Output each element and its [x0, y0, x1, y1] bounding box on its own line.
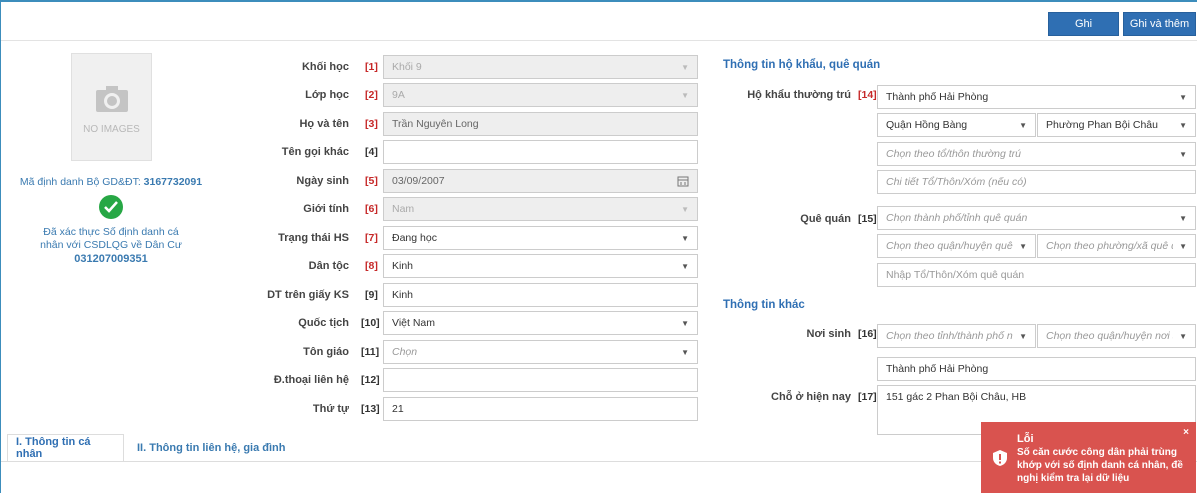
chevron-down-icon: ▼	[1179, 214, 1187, 223]
gioi-tinh-select[interactable]: Nam ▼	[383, 197, 698, 221]
save-and-add-button[interactable]: Ghi và thêm	[1123, 12, 1196, 36]
tab-personal-info[interactable]: I. Thông tin cá nhân	[7, 434, 124, 462]
chevron-down-icon: ▼	[1179, 242, 1187, 251]
chevron-down-icon: ▼	[681, 319, 689, 328]
gioi-tinh-label: Giới tính	[303, 203, 349, 215]
toast-message: Số căn cước công dân phải trùng khớp với…	[1017, 447, 1183, 484]
ho-khau-ward-select[interactable]: Phường Phan Bội Châu ▼	[1037, 113, 1196, 137]
student-id-line: Mã định danh Bộ GD&ĐT: 3167732091	[11, 176, 211, 188]
chevron-down-icon: ▼	[1179, 121, 1187, 130]
chevron-down-icon: ▼	[681, 262, 689, 271]
noi-sinh-district-select[interactable]: Chọn theo quận/huyện nơi sinh▼	[1037, 324, 1196, 348]
toolbar-divider	[1, 40, 1197, 41]
que-quan-ward-select[interactable]: Chọn theo phường/xã quê quán▼	[1037, 234, 1196, 258]
quoc-tich-num: [10]	[361, 317, 380, 329]
quoc-tich-label: Quốc tịch	[298, 317, 349, 329]
trang-thai-num: [7]	[365, 232, 378, 244]
ho-ten-num: [3]	[365, 118, 378, 130]
toast-close-icon[interactable]: ×	[1183, 427, 1189, 438]
student-id-label: Mã định danh Bộ GD&ĐT:	[19, 176, 141, 188]
chevron-down-icon: ▼	[1179, 93, 1187, 102]
dt-giay-ks-num: [9]	[365, 289, 378, 301]
ngay-sinh-label: Ngày sinh	[296, 175, 349, 187]
ten-goi-khac-num: [4]	[365, 146, 378, 158]
dt-giay-ks-input[interactable]: Kinh	[383, 283, 698, 307]
trang-thai-select[interactable]: Đang học ▼	[383, 226, 698, 250]
dien-thoai-num: [12]	[361, 374, 380, 386]
noi-sinh-city-select[interactable]: Chọn theo tỉnh/thành phố nơi sinh▼	[877, 324, 1036, 348]
ho-khau-city-select[interactable]: Thành phố Hải Phòng ▼	[877, 85, 1196, 109]
dan-toc-select[interactable]: Kinh ▼	[383, 254, 698, 278]
tab-contact-family[interactable]: II. Thông tin liên hệ, gia đình	[129, 434, 294, 462]
ten-goi-khac-label: Tên gọi khác	[281, 146, 349, 158]
citizen-id: 031207009351	[74, 253, 148, 265]
trang-thai-label: Trạng thái HS	[278, 232, 349, 244]
chevron-down-icon: ▼	[1019, 332, 1027, 341]
ngay-sinh-num: [5]	[365, 175, 378, 187]
student-form-page: Ghi Ghi và thêm NO IMAGES Mã định danh B…	[0, 0, 1197, 493]
chevron-down-icon: ▼	[1019, 242, 1027, 251]
dan-toc-num: [8]	[365, 260, 378, 272]
dien-thoai-label: Đ.thoại liên hệ	[273, 374, 349, 386]
lop-hoc-num: [2]	[365, 89, 378, 101]
dien-thoai-input[interactable]	[383, 368, 698, 392]
noi-sinh-label: Nơi sinh	[806, 328, 852, 340]
que-quan-district-select[interactable]: Chọn theo quận/huyện quê quán▼	[877, 234, 1036, 258]
gioi-tinh-num: [6]	[365, 203, 378, 215]
noi-sinh-num: [16]	[858, 328, 877, 340]
chevron-down-icon: ▼	[1179, 332, 1187, 341]
save-button[interactable]: Ghi	[1048, 12, 1119, 36]
camera-icon	[96, 86, 128, 112]
que-quan-label: Quê quán	[800, 213, 851, 225]
ton-giao-select[interactable]: Chọn ▼	[383, 340, 698, 364]
lop-hoc-label: Lớp học	[305, 89, 349, 101]
chevron-down-icon: ▼	[681, 348, 689, 357]
dt-giay-ks-label: DT trên giấy KS	[267, 289, 349, 301]
dan-toc-label: Dân tộc	[308, 260, 349, 272]
que-quan-hamlet-input[interactable]: Nhập Tổ/Thôn/Xóm quê quán	[877, 263, 1196, 287]
no-images-text: NO IMAGES	[83, 124, 140, 135]
lop-hoc-select[interactable]: 9A ▼	[383, 83, 698, 107]
ton-giao-num: [11]	[361, 346, 380, 358]
verified-line-2: nhân với CSDLQG về Dân Cư	[40, 239, 182, 251]
que-quan-num: [15]	[858, 213, 877, 225]
verified-check-icon	[99, 195, 123, 219]
khoi-hoc-num: [1]	[365, 61, 378, 73]
ho-ten-input[interactable]: Trần Nguyên Long	[383, 112, 698, 136]
household-section-title: Thông tin hộ khẩu, quê quán	[723, 59, 881, 71]
other-section-title: Thông tin khác	[723, 299, 805, 311]
chevron-down-icon: ▼	[1179, 150, 1187, 159]
ho-ten-label: Họ và tên	[299, 118, 349, 130]
khoi-hoc-label: Khối học	[301, 61, 349, 73]
chevron-down-icon: ▼	[1019, 121, 1027, 130]
thu-tu-label: Thứ tự	[312, 403, 349, 415]
quoc-tich-select[interactable]: Việt Nam ▼	[383, 311, 698, 335]
chevron-down-icon: ▼	[681, 205, 689, 214]
student-photo[interactable]: NO IMAGES	[71, 53, 152, 161]
chevron-down-icon: ▼	[681, 91, 689, 100]
que-quan-city-select[interactable]: Chọn thành phố/tỉnh quê quán ▼	[877, 206, 1196, 230]
toast-title: Lỗi	[1017, 433, 1034, 445]
verified-line-1: Đã xác thực Số định danh cá	[43, 226, 179, 238]
ho-khau-district-select[interactable]: Quận Hồng Bàng ▼	[877, 113, 1036, 137]
calendar-icon[interactable]	[677, 175, 689, 187]
student-id-value: 3167732091	[143, 176, 203, 188]
ho-khau-hamlet-select[interactable]: Chọn theo tổ/thôn thường trú ▼	[877, 142, 1196, 166]
chevron-down-icon: ▼	[681, 234, 689, 243]
cho-o-label: Chỗ ở hiện nay	[771, 391, 851, 403]
ho-khau-label: Hộ khẩu thường trú	[747, 89, 851, 101]
error-toast: Lỗi Số căn cước công dân phải trùng khớp…	[981, 422, 1196, 493]
noi-sinh-text-input[interactable]: Thành phố Hải Phòng	[877, 357, 1196, 381]
thu-tu-num: [13]	[361, 403, 380, 415]
shield-alert-icon	[993, 450, 1007, 466]
ton-giao-label: Tôn giáo	[303, 346, 349, 358]
ten-goi-khac-input[interactable]	[383, 140, 698, 164]
ho-khau-detail-input[interactable]: Chi tiết Tổ/Thôn/Xóm (nếu có)	[877, 170, 1196, 194]
ho-khau-num: [14]	[858, 89, 877, 101]
thu-tu-input[interactable]: 21	[383, 397, 698, 421]
chevron-down-icon: ▼	[681, 63, 689, 72]
khoi-hoc-select[interactable]: Khối 9 ▼	[383, 55, 698, 79]
cho-o-num: [17]	[858, 391, 877, 403]
ngay-sinh-input[interactable]: 03/09/2007	[383, 169, 698, 193]
